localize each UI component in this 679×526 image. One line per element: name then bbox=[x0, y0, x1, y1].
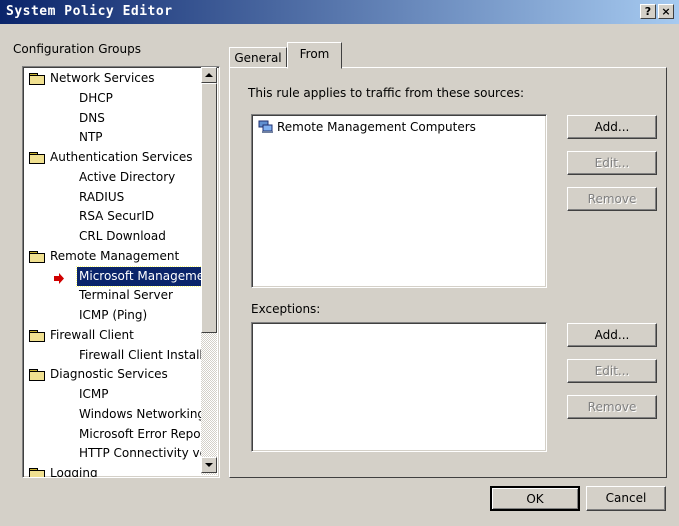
add-source-button[interactable]: Add... bbox=[567, 115, 657, 139]
tab-general[interactable]: General bbox=[229, 47, 287, 68]
tree-item-label: Logging bbox=[50, 466, 98, 478]
folder-icon bbox=[29, 152, 45, 164]
tree-item-label: CRL Download bbox=[79, 229, 166, 243]
tree-item-label: DHCP bbox=[79, 90, 113, 105]
tree-item-label: Microsoft Manageme bbox=[75, 265, 208, 287]
tree-item-label: NTP bbox=[79, 130, 103, 145]
tree-item-label: ICMP (Ping) bbox=[79, 308, 148, 322]
exceptions-label: Exceptions: bbox=[251, 302, 321, 316]
tree-item-label: RADIUS bbox=[79, 189, 125, 204]
folder-icon bbox=[29, 250, 45, 263]
ok-button[interactable]: OK bbox=[490, 486, 580, 511]
scroll-down-button[interactable] bbox=[201, 457, 217, 473]
title-bar: System Policy Editor ? × bbox=[0, 0, 679, 24]
remove-exception-button[interactable]: Remove bbox=[567, 395, 657, 419]
folder-icon bbox=[29, 73, 45, 85]
tab-from[interactable]: From bbox=[287, 42, 342, 69]
source-label: Remote Management Computers bbox=[277, 120, 476, 134]
tree-item-label: DNS bbox=[79, 110, 105, 125]
selected-arrow-icon bbox=[53, 271, 65, 290]
tree-item-label: Firewall Client bbox=[50, 327, 134, 342]
close-button[interactable]: × bbox=[658, 4, 674, 19]
tab-panel: This rule applies to traffic from these … bbox=[229, 67, 667, 478]
edit-exception-button[interactable]: Edit... bbox=[567, 359, 657, 383]
tree-item-label: Network Services bbox=[50, 71, 155, 85]
tree-item-label: RSA SecurID bbox=[79, 209, 155, 224]
computer-set-icon bbox=[258, 120, 273, 133]
tree-item-label: Firewall Client Install bbox=[79, 347, 203, 362]
tree-item-label: Microsoft Error Repo bbox=[79, 426, 201, 441]
folder-icon bbox=[29, 369, 45, 382]
tree-item-label: Remote Management bbox=[50, 248, 180, 263]
add-exception-button[interactable]: Add... bbox=[567, 323, 657, 347]
tree-scrollbar[interactable] bbox=[201, 67, 217, 475]
tree-item-label: Authentication Services bbox=[50, 150, 193, 164]
scroll-up-icon bbox=[205, 73, 213, 77]
tree-item-label: ICMP bbox=[79, 387, 109, 401]
scroll-down-icon bbox=[205, 463, 213, 467]
exceptions-list[interactable] bbox=[251, 322, 547, 452]
remove-source-button[interactable]: Remove bbox=[567, 187, 657, 211]
help-button[interactable]: ? bbox=[640, 4, 656, 19]
config-groups-tree[interactable]: Network Services DHCP DNS NTP Authentication… bbox=[22, 66, 220, 478]
tree-item-label: HTTP Connectivity ve bbox=[79, 446, 208, 461]
sources-label: This rule applies to traffic from these … bbox=[248, 86, 525, 100]
tree-items: Network Services DHCP DNS NTP Authentication… bbox=[23, 67, 208, 478]
scroll-up-button[interactable] bbox=[201, 67, 217, 83]
scroll-thumb[interactable] bbox=[201, 83, 217, 333]
folder-icon bbox=[29, 468, 45, 477]
folder-icon bbox=[29, 329, 45, 342]
tree-item-label: Diagnostic Services bbox=[50, 367, 168, 382]
tree-item-label: Terminal Server bbox=[79, 288, 173, 303]
edit-source-button[interactable]: Edit... bbox=[567, 151, 657, 175]
tree-item-label: Active Directory bbox=[79, 169, 176, 184]
cancel-button[interactable]: Cancel bbox=[586, 486, 666, 511]
config-groups-label: Configuration Groups bbox=[13, 42, 141, 56]
window-title: System Policy Editor bbox=[6, 4, 173, 19]
tree-item-label: Windows Networking bbox=[79, 406, 206, 421]
sources-list[interactable]: Remote Management Computers bbox=[251, 114, 547, 288]
